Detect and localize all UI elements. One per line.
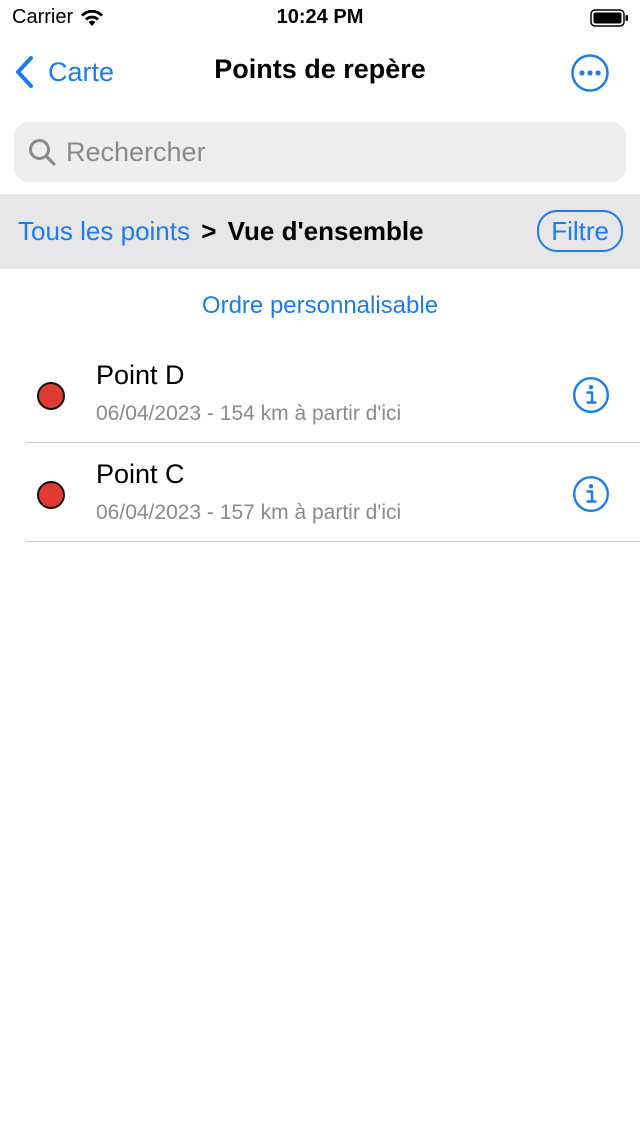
search-input[interactable] bbox=[66, 136, 606, 168]
info-circle-icon bbox=[573, 377, 609, 413]
breadcrumb-link-all-points[interactable]: Tous les points bbox=[18, 216, 190, 246]
breadcrumb: Tous les points > Vue d'ensemble bbox=[18, 216, 424, 247]
filter-button[interactable]: Filtre bbox=[537, 210, 623, 252]
waypoint-list: Point D 06/04/2023 - 154 km à partir d'i… bbox=[0, 344, 640, 542]
search-bar[interactable] bbox=[14, 122, 626, 182]
breadcrumb-separator: > bbox=[201, 216, 217, 246]
breadcrumb-bar: Tous les points > Vue d'ensemble Filtre bbox=[0, 194, 640, 269]
status-bar: Carrier 10:24 PM bbox=[0, 0, 640, 40]
breadcrumb-current: Vue d'ensemble bbox=[227, 216, 424, 246]
list-item[interactable]: Point C 06/04/2023 - 157 km à partir d'i… bbox=[0, 443, 640, 542]
red-marker-icon bbox=[37, 481, 65, 509]
ellipsis-circle-icon bbox=[571, 54, 609, 92]
search-icon bbox=[27, 137, 57, 167]
chevron-left-icon bbox=[12, 54, 38, 90]
nav-bar: Carte Points de repère bbox=[0, 40, 640, 106]
back-button[interactable]: Carte bbox=[12, 50, 114, 94]
info-button[interactable] bbox=[572, 475, 610, 513]
red-marker-icon bbox=[37, 382, 65, 410]
info-circle-icon bbox=[573, 476, 609, 512]
custom-order-link[interactable]: Ordre personnalisable bbox=[202, 292, 438, 319]
clock: 10:24 PM bbox=[276, 6, 364, 28]
item-subtitle: 06/04/2023 - 154 km à partir d'ici bbox=[96, 402, 402, 425]
item-title: Point C bbox=[96, 459, 185, 489]
battery-icon bbox=[590, 8, 630, 28]
row-divider bbox=[27, 541, 640, 542]
item-title: Point D bbox=[96, 360, 185, 390]
more-options-button[interactable] bbox=[570, 53, 610, 93]
custom-order-row: Ordre personnalisable bbox=[0, 292, 640, 320]
info-button[interactable] bbox=[572, 376, 610, 414]
item-subtitle: 06/04/2023 - 157 km à partir d'ici bbox=[96, 501, 402, 524]
list-item[interactable]: Point D 06/04/2023 - 154 km à partir d'i… bbox=[0, 344, 640, 443]
back-label: Carte bbox=[48, 56, 115, 87]
